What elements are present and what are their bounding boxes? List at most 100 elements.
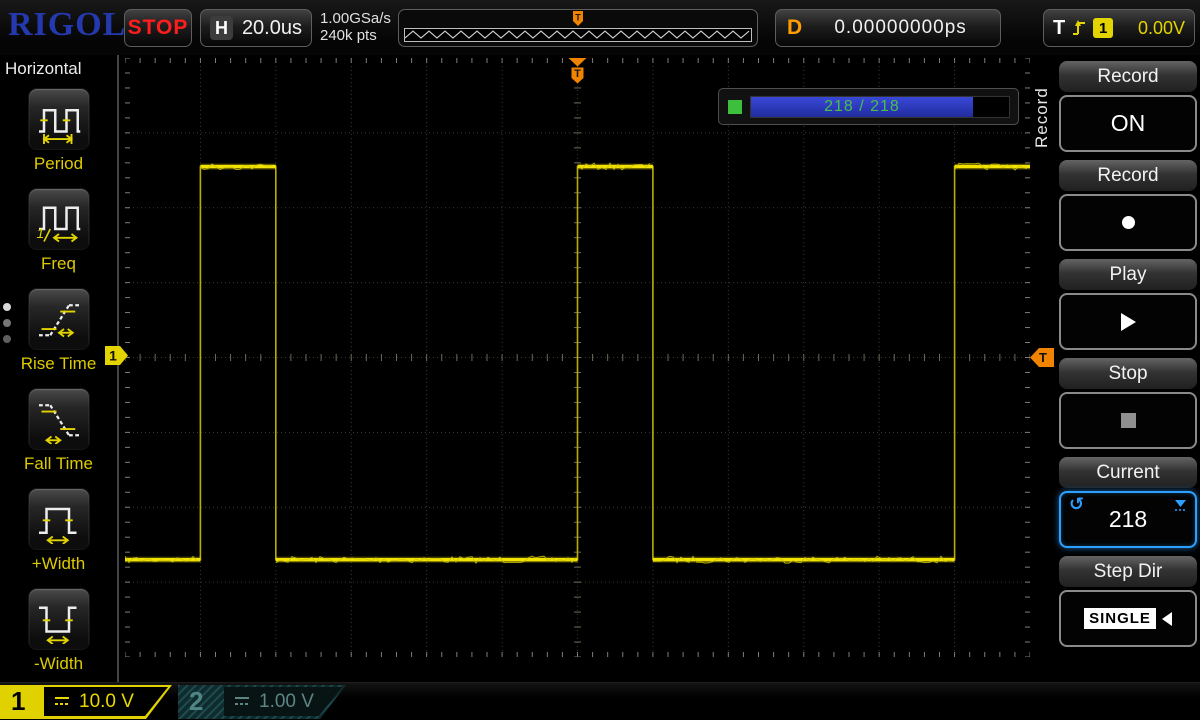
- channel1-badge[interactable]: 1 10.0 V: [0, 685, 172, 719]
- menu-item-label: Period: [0, 154, 117, 174]
- timebase-value: 20.0us: [242, 17, 302, 40]
- page-indicator-dot: [3, 319, 11, 327]
- rising-edge-icon: [1072, 19, 1086, 37]
- menu-item-fall-time: Fall Time: [0, 388, 117, 474]
- minus-width-button[interactable]: [28, 588, 90, 650]
- record-progress: 218 / 218: [718, 88, 1019, 125]
- menu-item-period: Period: [0, 88, 117, 174]
- channel2-scale: 1.00 V: [259, 691, 314, 713]
- menu-item-label: +Width: [0, 554, 117, 574]
- svg-text:T: T: [574, 68, 581, 80]
- status-bar: 1 10.0 V 2 1.00 V: [0, 682, 1200, 720]
- dc-coupling-icon: [53, 695, 71, 708]
- left-arrow-icon: [1162, 612, 1172, 626]
- page-indicator-dot: [3, 303, 11, 311]
- channel2-number: 2: [189, 686, 203, 717]
- rise-time-button[interactable]: [28, 288, 90, 350]
- record-menu-tab: Record: [1032, 78, 1054, 158]
- memory-depth: 240k pts: [320, 27, 391, 44]
- softkey-stop: Stop: [1059, 358, 1197, 449]
- fall-time-icon: [34, 394, 84, 444]
- recording-indicator: [728, 100, 742, 114]
- sample-rate: 1.00GSa/s: [320, 10, 391, 27]
- current-frame-field[interactable]: ↺ 218: [1059, 491, 1197, 548]
- softkey-current: Current ↺ 218: [1059, 457, 1197, 548]
- fall-time-button[interactable]: [28, 388, 90, 450]
- channel2-readout: 1.00 V: [224, 687, 342, 716]
- minus-width-icon: [34, 594, 84, 644]
- stop-icon: [1121, 413, 1136, 428]
- left-menu-title: Horizontal: [5, 59, 82, 79]
- horizontal-label: H: [210, 16, 233, 40]
- delay-value: 0.00000000ps: [812, 17, 989, 39]
- freq-button[interactable]: 1: [28, 188, 90, 250]
- menu-item-label: Rise Time: [0, 354, 117, 374]
- softkey-label: Record: [1059, 160, 1197, 191]
- softkey-label: Step Dir: [1059, 556, 1197, 587]
- progress-fill: 218 / 218: [751, 97, 973, 117]
- channel1-level-marker: 1: [105, 346, 128, 370]
- channel2-badge[interactable]: 2 1.00 V: [178, 685, 346, 719]
- record-menu: Record ON Record Play Stop Current: [1056, 55, 1200, 682]
- trigger-level-marker: T: [1029, 348, 1054, 372]
- stop-button[interactable]: [1059, 392, 1197, 449]
- softkey-play: Play: [1059, 259, 1197, 350]
- knob-loop-icon: ↺: [1069, 494, 1084, 515]
- dc-coupling-icon: [233, 695, 251, 708]
- svg-text:1: 1: [36, 226, 44, 241]
- svg-text:T: T: [575, 13, 581, 23]
- softkey-label: Record: [1059, 61, 1197, 92]
- trigger-label: T: [1053, 17, 1065, 40]
- waveform-preview: T: [398, 9, 758, 47]
- period-icon: [34, 94, 84, 144]
- step-dir-button[interactable]: SINGLE: [1059, 590, 1197, 647]
- progress-text: 218 / 218: [824, 98, 900, 116]
- softkey-label: Play: [1059, 259, 1197, 290]
- menu-item-label: Freq: [0, 254, 117, 274]
- softkey-step-dir: Step Dir SINGLE: [1059, 556, 1197, 647]
- record-dot-icon: [1122, 216, 1135, 229]
- trigger-chip: T 1 0.00V: [1043, 9, 1195, 47]
- page-indicator-dot: [3, 335, 11, 343]
- delay-chip: D 0.00000000ps: [775, 9, 1001, 47]
- step-dir-value: SINGLE: [1084, 608, 1156, 629]
- menu-item-minus-width: -Width: [0, 588, 117, 674]
- trigger-source-badge: 1: [1093, 18, 1113, 38]
- oscilloscope-screen: RIGOL STOP H 20.0us 1.00GSa/s 240k pts T: [0, 0, 1200, 720]
- play-icon: [1121, 313, 1136, 331]
- horizontal-measure-menu: Horizontal Period 1: [0, 55, 119, 682]
- menu-item-rise-time: Rise Time: [0, 288, 117, 374]
- waveform-plot: [125, 58, 1030, 657]
- record-onoff-button[interactable]: ON: [1059, 95, 1197, 152]
- freq-icon: 1: [34, 194, 84, 244]
- menu-item-label: -Width: [0, 654, 117, 674]
- softkey-record: Record: [1059, 160, 1197, 251]
- rigol-logo: RIGOL: [8, 6, 126, 44]
- plus-width-button[interactable]: [28, 488, 90, 550]
- timebase-chip: H 20.0us: [200, 9, 312, 47]
- softkey-label: Current: [1059, 457, 1197, 488]
- trigger-level-value: 0.00V: [1120, 18, 1185, 39]
- plus-width-icon: [34, 494, 84, 544]
- progress-bar: 218 / 218: [750, 96, 1010, 118]
- trigger-position-icon: T: [571, 11, 585, 32]
- softkey-record-onoff: Record ON: [1059, 61, 1197, 152]
- softkey-value: ON: [1111, 110, 1146, 137]
- svg-text:T: T: [1039, 350, 1047, 365]
- record-button[interactable]: [1059, 194, 1197, 251]
- delay-label: D: [787, 16, 802, 40]
- menu-item-freq: 1 Freq: [0, 188, 117, 274]
- graticule: 218 / 218: [125, 58, 1030, 657]
- svg-text:1: 1: [109, 348, 117, 364]
- softkey-label: Stop: [1059, 358, 1197, 389]
- channel1-scale: 10.0 V: [79, 691, 134, 713]
- trigger-position-marker: T: [568, 58, 587, 90]
- current-frame-value: 218: [1109, 506, 1147, 533]
- rise-time-icon: [34, 294, 84, 344]
- top-bar: RIGOL STOP H 20.0us 1.00GSa/s 240k pts T: [0, 0, 1200, 55]
- play-button[interactable]: [1059, 293, 1197, 350]
- run-state-indicator: STOP: [124, 9, 192, 47]
- period-button[interactable]: [28, 88, 90, 150]
- channel1-readout: 10.0 V: [44, 687, 168, 716]
- set-value-icon: [1173, 498, 1188, 512]
